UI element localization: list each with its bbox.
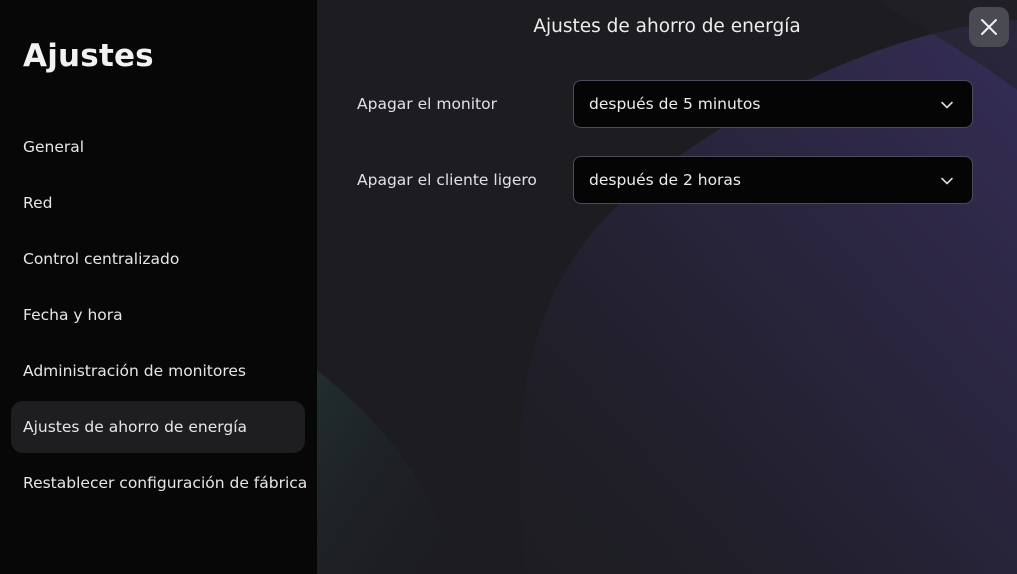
client-off-select[interactable]: después de 2 horas xyxy=(573,156,973,204)
sidebar-item-date-time[interactable]: Fecha y hora xyxy=(11,289,305,341)
monitor-off-select[interactable]: después de 5 minutos xyxy=(573,80,973,128)
monitor-off-value: después de 5 minutos xyxy=(589,95,761,113)
close-icon xyxy=(981,19,997,35)
close-button[interactable] xyxy=(969,7,1009,47)
chevron-down-icon xyxy=(941,177,953,185)
sidebar-item-general[interactable]: General xyxy=(11,121,305,173)
sidebar-item-power-saving[interactable]: Ajustes de ahorro de energía xyxy=(11,401,305,453)
sidebar: Ajustes General Red Control centralizado… xyxy=(0,0,317,574)
monitor-off-label: Apagar el monitor xyxy=(357,95,497,113)
sidebar-nav: General Red Control centralizado Fecha y… xyxy=(11,121,307,513)
client-off-value: después de 2 horas xyxy=(589,171,741,189)
main-panel: Ajustes de ahorro de energía Apagar el m… xyxy=(317,0,1017,574)
settings-window: Ajustes General Red Control centralizado… xyxy=(0,0,1017,574)
sidebar-item-monitor-management[interactable]: Administración de monitores xyxy=(11,345,305,397)
sidebar-title: Ajustes xyxy=(23,38,154,74)
sidebar-item-central-control[interactable]: Control centralizado xyxy=(11,233,305,285)
client-off-label: Apagar el cliente ligero xyxy=(357,171,537,189)
sidebar-item-factory-reset[interactable]: Restablecer configuración de fábrica xyxy=(11,457,307,509)
page-title: Ajustes de ahorro de energía xyxy=(533,16,801,37)
chevron-down-icon xyxy=(941,101,953,109)
sidebar-item-network[interactable]: Red xyxy=(11,177,305,229)
